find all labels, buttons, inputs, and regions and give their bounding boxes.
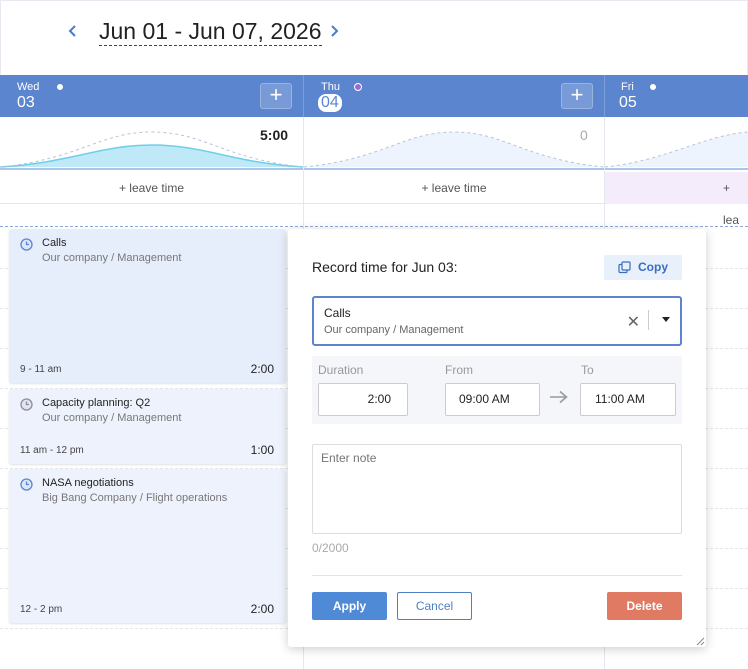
entry-time-range: 11 am - 12 pm — [20, 445, 84, 456]
all-day-row — [0, 205, 748, 227]
time-entry[interactable]: Calls Our company / Management 9 - 11 am… — [9, 229, 286, 383]
note-character-counter: 0/2000 — [312, 541, 349, 555]
day-total-thu: 0 — [580, 127, 588, 143]
task-select[interactable]: Calls Our company / Management ✕ — [312, 296, 682, 346]
chevron-left-icon — [68, 25, 76, 37]
previous-week-button[interactable] — [63, 21, 83, 41]
entry-duration: 2:00 — [250, 362, 274, 376]
entry-time-range: 12 - 2 pm — [20, 604, 63, 615]
from-label: From — [445, 363, 473, 377]
column-separator — [303, 75, 304, 117]
column-separator — [604, 75, 605, 117]
day-total-wed: 5:00 — [260, 127, 289, 143]
add-entry-button-wed[interactable]: + — [260, 83, 292, 109]
copy-button[interactable]: Copy — [604, 255, 682, 280]
clock-icon — [20, 478, 33, 491]
day-status-dot — [56, 83, 64, 91]
entry-duration: 2:00 — [250, 602, 274, 616]
leave-time-button-wed[interactable]: + leave time — [0, 172, 303, 204]
day-number-today: 04 — [318, 94, 342, 112]
add-entry-button-thu[interactable]: + — [561, 83, 593, 109]
day-name: Thu — [321, 81, 340, 93]
select-divider — [648, 310, 649, 330]
resize-handle-icon[interactable] — [696, 637, 705, 646]
day-number: 03 — [17, 94, 35, 111]
popup-title: Record time for Jun 03: — [312, 259, 458, 275]
note-input[interactable] — [312, 444, 682, 534]
plus-icon: + — [269, 82, 283, 107]
load-curve-wed — [0, 131, 303, 168]
day-name: Fri — [621, 81, 634, 93]
daily-load-row: 5:00 0 — [0, 117, 748, 170]
entry-project: Big Bang Company / Flight operations — [42, 492, 228, 504]
leave-time-button-thu[interactable]: + leave time — [304, 172, 604, 204]
day-header-wed: Wed 03 + — [0, 75, 303, 117]
arrow-right-icon — [550, 390, 568, 404]
popup-divider — [312, 575, 682, 576]
clear-icon[interactable]: ✕ — [627, 312, 640, 332]
time-entry[interactable]: NASA negotiations Big Bang Company / Fli… — [9, 469, 286, 623]
task-project: Our company / Management — [324, 324, 464, 336]
load-curve-fri — [605, 131, 748, 168]
task-name: Calls — [324, 306, 351, 320]
day-status-dot — [649, 83, 657, 91]
today-dot — [354, 83, 362, 91]
duration-input[interactable]: 2:00 — [318, 383, 408, 416]
day-header-row: Wed 03 + Thu 04 + Fri 05 — [0, 75, 748, 117]
clock-icon — [20, 398, 33, 411]
day-header-fri: Fri 05 — [605, 75, 748, 117]
entry-title: NASA negotiations — [42, 477, 134, 489]
copy-label: Copy — [638, 260, 668, 274]
to-time-input[interactable]: 11:00 AM — [580, 383, 676, 416]
from-time-input[interactable]: 09:00 AM — [445, 383, 540, 416]
date-range-header: Jun 01 - Jun 07, 2026 — [0, 0, 748, 75]
day-number: 05 — [619, 94, 637, 111]
entry-title: Calls — [42, 237, 67, 249]
leave-time-row: + leave time + leave time + lea — [0, 172, 748, 227]
plus-icon: + — [570, 82, 584, 107]
delete-button[interactable]: Delete — [607, 592, 682, 620]
record-time-popup: Record time for Jun 03: Copy Calls Our c… — [288, 229, 706, 647]
entry-title: Capacity planning: Q2 — [42, 397, 151, 409]
entry-project: Our company / Management — [42, 252, 182, 264]
duration-label: Duration — [318, 363, 364, 377]
entry-project: Our company / Management — [42, 412, 182, 424]
copy-icon — [618, 261, 631, 274]
next-week-button[interactable] — [324, 21, 344, 41]
to-label: To — [581, 363, 594, 377]
entry-duration: 1:00 — [250, 443, 274, 457]
time-fields: Duration From To 2:00 09:00 AM 11:00 AM — [312, 356, 682, 424]
time-entry[interactable]: Capacity planning: Q2 Our company / Mana… — [9, 389, 286, 464]
apply-button[interactable]: Apply — [312, 592, 387, 620]
clock-icon — [20, 238, 33, 251]
chevron-right-icon — [331, 25, 339, 37]
cancel-button[interactable]: Cancel — [397, 592, 472, 620]
entry-time-range: 9 - 11 am — [20, 364, 62, 375]
load-curve-thu — [304, 131, 604, 168]
date-range-title[interactable]: Jun 01 - Jun 07, 2026 — [99, 17, 322, 46]
caret-down-icon[interactable] — [662, 317, 670, 322]
leave-time-button-fri[interactable]: + lea — [605, 172, 748, 227]
day-header-thu: Thu 04 + — [304, 75, 604, 117]
day-name: Wed — [17, 81, 40, 93]
